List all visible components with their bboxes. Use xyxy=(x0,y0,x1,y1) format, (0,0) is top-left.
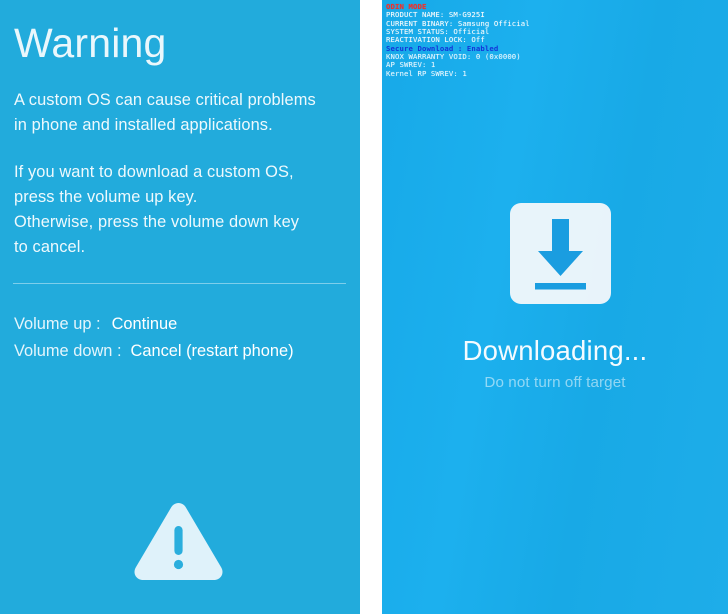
warning-triangle-icon xyxy=(131,499,226,581)
volume-up-label: Volume up : xyxy=(14,315,101,333)
volume-down-action: Cancel (restart phone) xyxy=(130,342,294,360)
volume-down-row: Volume down : Cancel (restart phone) xyxy=(14,343,294,359)
downloading-status-title: Downloading... xyxy=(462,335,648,366)
volume-up-action: Continue xyxy=(111,315,178,333)
warning-message-instructions: If you want to download a custom OS, pre… xyxy=(14,163,300,256)
downloading-status-subtext: Do not turn off target xyxy=(484,374,626,391)
odin-info-line: KNOX WARRANTY VOID: 0 (0x0000) xyxy=(386,52,521,62)
warning-screen: Warning A custom OS can cause critical p… xyxy=(0,0,360,614)
download-arrow-icon xyxy=(509,199,612,309)
screenshot-root: Warning A custom OS can cause critical p… xyxy=(0,0,728,614)
odin-info-line: Kernel RP SWREV: 1 xyxy=(386,68,467,78)
panel-gap xyxy=(360,0,382,614)
divider xyxy=(13,283,346,284)
odin-info-block: ODIN MODE PRODUCT NAME: SM-G925I CURRENT B… xyxy=(386,2,726,78)
warning-message-primary: A custom OS can cause critical problems … xyxy=(14,91,316,134)
volume-down-label: Volume down : xyxy=(14,342,122,360)
volume-up-row: Volume up : Continue xyxy=(14,316,177,332)
page-title: Warning xyxy=(14,20,167,66)
